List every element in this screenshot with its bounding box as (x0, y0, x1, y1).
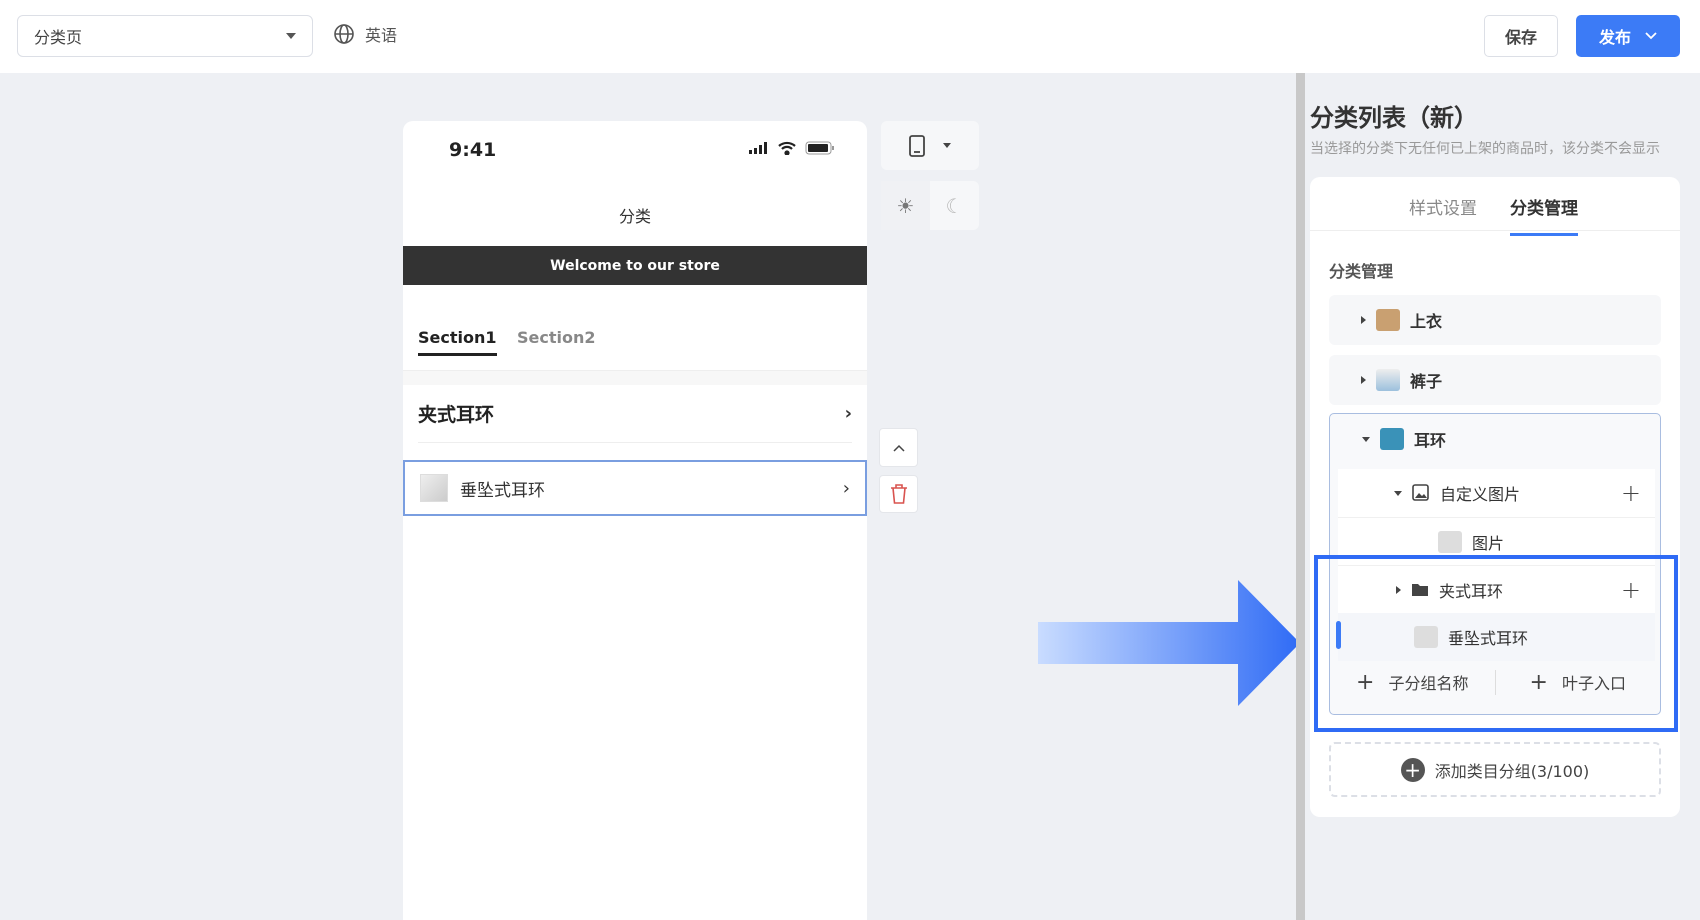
top-bar: 分类页 英语 保存 发布 (0, 0, 1700, 73)
panel-title: 分类列表（新） (1310, 104, 1478, 132)
category-item[interactable]: 上衣 (1329, 295, 1661, 345)
leaf-image (1438, 530, 1462, 553)
plus-circle-icon: + (1400, 757, 1425, 782)
globe-icon (334, 24, 354, 44)
wifi-icon (778, 141, 796, 155)
phone-page-title: 分类 (618, 207, 651, 226)
publish-label: 发布 (1598, 28, 1631, 47)
category-label: 上衣 (1410, 312, 1443, 331)
publish-button[interactable]: 发布 (1576, 15, 1680, 57)
device-switch[interactable] (881, 121, 979, 170)
status-icons (749, 141, 835, 155)
language-label: 英语 (365, 26, 398, 45)
phone-icon (909, 134, 925, 157)
row-label: 夹式耳环 (418, 404, 495, 426)
earring-thumbnail (420, 474, 448, 502)
theme-switch: ☀ ☾ (881, 181, 979, 230)
category-image (1376, 369, 1400, 391)
category-row-selected[interactable]: 垂坠式耳环 › (403, 460, 867, 516)
light-mode-button[interactable]: ☀ (881, 181, 930, 230)
page-select[interactable]: 分类页 (17, 15, 313, 57)
highlight-box (1314, 555, 1678, 732)
announcement-banner: Welcome to our store (403, 246, 867, 285)
dark-mode-button[interactable]: ☾ (930, 181, 979, 230)
subgroup-item[interactable]: 自定义图片 + (1338, 469, 1655, 517)
section-label: 分类管理 (1329, 262, 1394, 281)
chevron-up-icon (892, 444, 905, 452)
signal-icon (749, 142, 767, 154)
language-switch[interactable]: 英语 (333, 22, 397, 46)
category-image (1380, 428, 1404, 450)
caret-right-icon[interactable] (1361, 316, 1366, 324)
chevron-right-icon: › (844, 403, 852, 424)
moon-icon: ☾ (945, 193, 964, 218)
caret-right-icon[interactable] (1361, 376, 1366, 384)
plus-icon[interactable]: + (1621, 479, 1641, 507)
tab-section2[interactable]: Section2 (517, 328, 596, 347)
divider (403, 370, 867, 385)
category-item[interactable]: 裤子 (1329, 355, 1661, 405)
save-button[interactable]: 保存 (1484, 15, 1558, 57)
panel-subtitle: 当选择的分类下无任何已上架的商品时，该分类不会显示 (1310, 141, 1660, 157)
chevron-right-icon: › (842, 477, 850, 499)
category-label: 裤子 (1410, 372, 1443, 391)
delete-button[interactable] (879, 475, 918, 513)
caret-down-icon[interactable] (1362, 436, 1370, 442)
sun-icon: ☀ (896, 193, 915, 218)
battery-icon (805, 141, 834, 155)
caret-down-icon (943, 143, 951, 148)
page-select-value: 分类页 (34, 28, 83, 47)
tab-category-management[interactable]: 分类管理 (1510, 194, 1578, 236)
add-category-group-button[interactable]: + 添加类目分组(3/100) (1329, 742, 1661, 797)
caret-down-icon (286, 33, 296, 39)
category-row[interactable]: 夹式耳环 › (418, 385, 852, 443)
category-image (1376, 309, 1400, 331)
arrow-annotation-icon (1038, 580, 1300, 706)
add-group-label: 添加类目分组(3/100) (1434, 761, 1590, 781)
row-label: 垂坠式耳环 (460, 480, 545, 501)
move-up-button[interactable] (879, 428, 918, 467)
category-label: 耳环 (1414, 431, 1447, 450)
status-time: 9:41 (449, 139, 497, 161)
subgroup-label: 自定义图片 (1440, 485, 1521, 504)
caret-down-icon[interactable] (1394, 490, 1402, 496)
tab-section1[interactable]: Section1 (418, 328, 497, 356)
panel-tabs: 样式设置 分类管理 (1310, 177, 1680, 236)
chevron-down-icon (1645, 32, 1657, 40)
phone-preview: 9:41 分类 Welcome to our store Section1 Se… (403, 121, 867, 920)
leaf-label: 图片 (1472, 533, 1505, 553)
tab-style-settings[interactable]: 样式设置 (1409, 194, 1477, 219)
category-item[interactable]: 耳环 (1330, 414, 1660, 464)
image-icon (1412, 484, 1429, 501)
trash-icon (890, 484, 907, 504)
scrollbar[interactable] (1296, 73, 1305, 920)
